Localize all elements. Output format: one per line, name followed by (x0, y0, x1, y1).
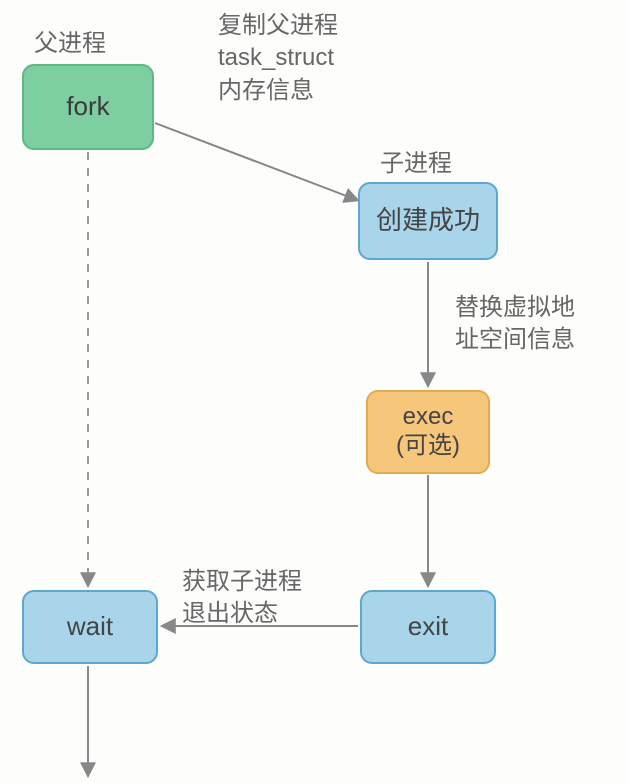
node-create-success: 创建成功 (358, 182, 498, 260)
label-copy-parent-info: 复制父进程 task_struct 内存信息 (218, 10, 338, 107)
node-create-success-label: 创建成功 (376, 205, 480, 236)
label-child-process: 子进程 (380, 148, 452, 180)
node-fork: fork (22, 64, 154, 150)
label-get-child-exit: 获取子进程 退出状态 (182, 566, 302, 631)
node-wait: wait (22, 590, 158, 664)
node-wait-label: wait (67, 611, 113, 642)
node-exit: exit (360, 590, 496, 664)
node-exec-optional: exec (可选) (366, 390, 490, 474)
edge-fork-to-create (155, 123, 357, 200)
diagram-stage: { "labels": { "parent_process": "父进程", "… (0, 0, 628, 783)
node-exit-label: exit (408, 611, 448, 642)
label-parent-process: 父进程 (34, 28, 106, 60)
node-fork-label: fork (66, 91, 109, 122)
node-exec-optional-label: exec (可选) (396, 403, 460, 461)
label-replace-vmspace: 替换虚拟地 址空间信息 (455, 292, 575, 357)
